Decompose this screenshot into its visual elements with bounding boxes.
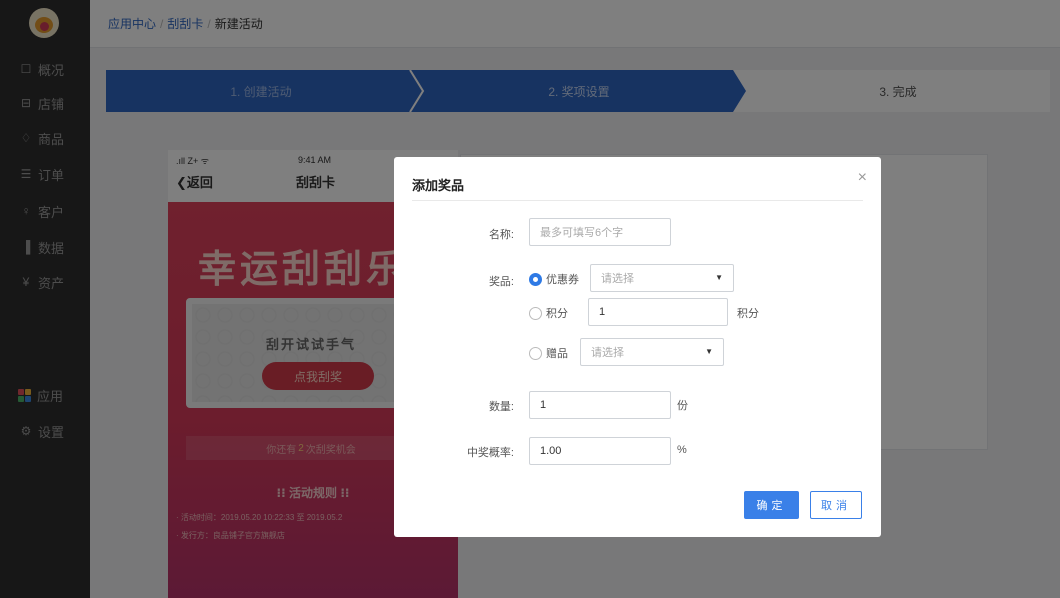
close-icon[interactable]: × (858, 169, 867, 187)
radio-unchecked-icon (529, 306, 542, 320)
radio-label: 积分 (546, 308, 568, 320)
select-placeholder: 请选择 (601, 273, 634, 285)
cancel-button[interactable]: 取消 (810, 491, 862, 519)
name-label: 名称: (488, 229, 514, 241)
caret-down-icon: ▼ (715, 273, 723, 282)
probability-label: 中奖概率: (466, 447, 514, 459)
radio-checked-icon (529, 272, 542, 286)
radio-points[interactable]: 积分 (529, 305, 568, 321)
points-unit: 积分 (737, 308, 759, 320)
confirm-button[interactable]: 确定 (744, 491, 799, 519)
points-input[interactable]: 1 (588, 298, 728, 326)
probability-unit: % (677, 444, 687, 456)
probability-input[interactable]: 1.00 (529, 437, 671, 465)
radio-unchecked-icon (529, 346, 542, 360)
select-placeholder: 请选择 (591, 347, 624, 359)
modal-title: 添加奖品 (412, 178, 465, 193)
radio-coupon[interactable]: 优惠券 (529, 271, 579, 287)
radio-label: 优惠券 (546, 274, 579, 286)
gift-select[interactable]: 请选择 ▼ (580, 338, 724, 366)
quantity-label: 数量: (488, 401, 514, 413)
radio-gift[interactable]: 赠品 (529, 345, 568, 361)
coupon-select[interactable]: 请选择 ▼ (590, 264, 734, 292)
radio-label: 赠品 (546, 348, 568, 360)
quantity-unit: 份 (677, 400, 688, 412)
caret-down-icon: ▼ (705, 347, 713, 356)
add-prize-modal: 添加奖品 × 名称: 最多可填写6个字 奖品: 优惠券 请选择 ▼ 积分 1 积分… (394, 157, 881, 537)
prize-name-input[interactable]: 最多可填写6个字 (529, 218, 671, 246)
modal-divider (412, 200, 863, 201)
prize-label: 奖品: (488, 276, 514, 288)
quantity-input[interactable]: 1 (529, 391, 671, 419)
